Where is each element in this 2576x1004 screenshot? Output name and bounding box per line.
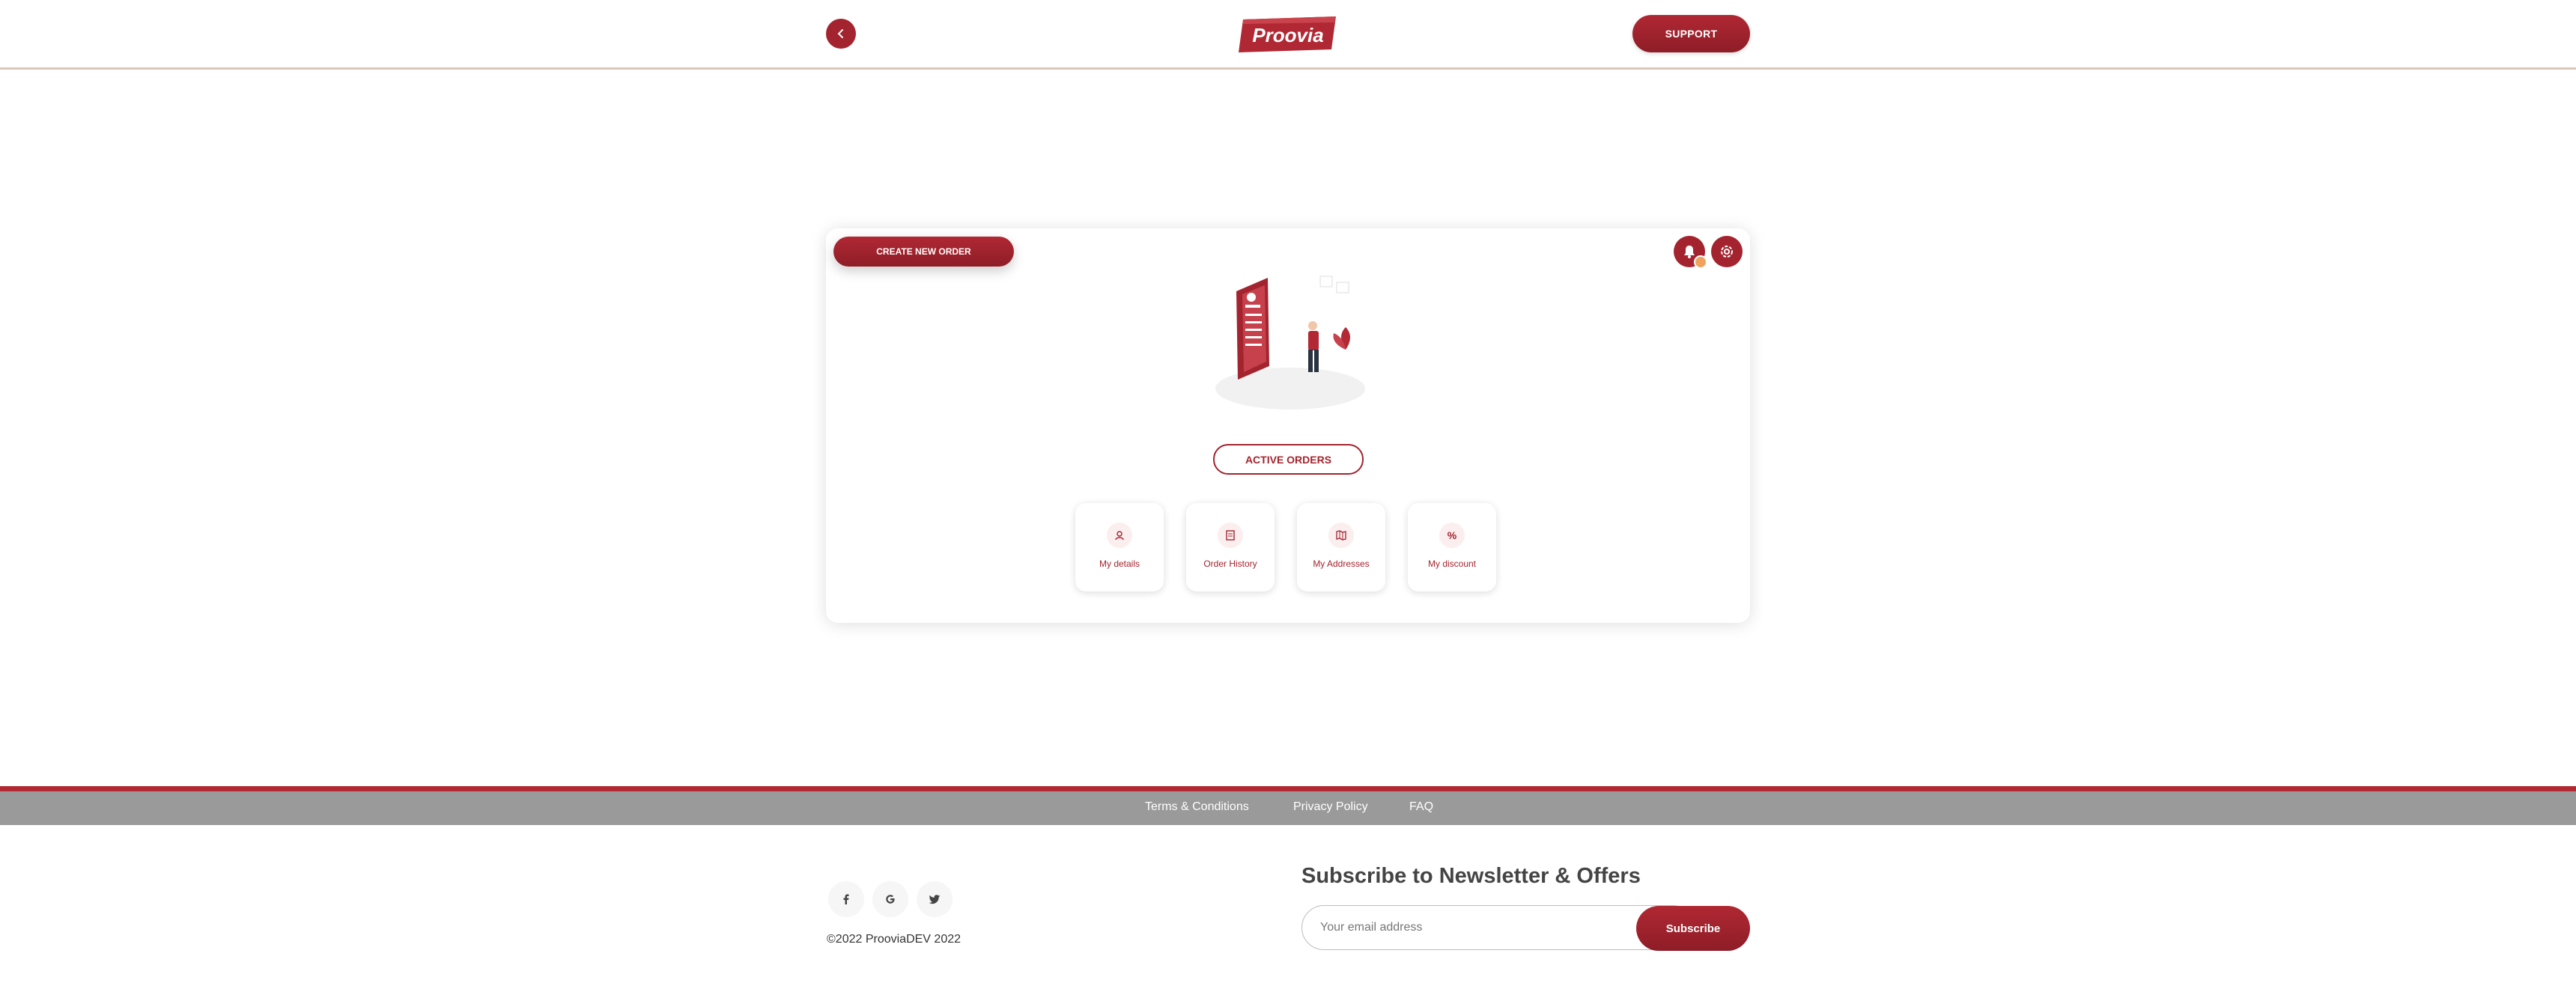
google-button[interactable] xyxy=(872,881,908,917)
copyright-text: ©2022 ProoviaDEV 2022 xyxy=(827,933,962,946)
notifications-button[interactable] xyxy=(1674,236,1707,269)
tile-label: Order History xyxy=(1203,559,1257,569)
support-button[interactable]: SUPPORT xyxy=(1632,15,1750,52)
facebook-icon xyxy=(843,894,849,904)
bell-icon xyxy=(1684,246,1695,258)
notification-badge xyxy=(1694,255,1707,269)
map-icon xyxy=(1328,523,1354,548)
faq-link[interactable]: FAQ xyxy=(1409,800,1433,814)
google-icon xyxy=(886,895,895,904)
tile-my-details[interactable]: My details xyxy=(1075,503,1164,591)
footer-links-bar xyxy=(0,791,2576,825)
twitter-button[interactable] xyxy=(917,881,953,917)
proovia-logo[interactable]: Proovia xyxy=(1237,15,1340,54)
tile-order-history[interactable]: Order History xyxy=(1186,503,1275,591)
footer-accent-line xyxy=(0,786,2576,791)
percent-icon: % xyxy=(1439,523,1465,548)
terms-link[interactable]: Terms & Conditions xyxy=(1145,800,1249,814)
settings-button[interactable] xyxy=(1711,236,1743,267)
gear-icon xyxy=(1721,246,1733,258)
tile-label: My Addresses xyxy=(1313,559,1370,569)
account-card: CREATE NEW ORDER ACTIVE ORDERS My detail… xyxy=(826,228,1750,623)
tile-my-discount[interactable]: % My discount xyxy=(1408,503,1496,591)
twitter-icon xyxy=(929,895,940,904)
orders-illustration xyxy=(1208,261,1373,411)
back-button[interactable] xyxy=(826,19,856,49)
subscribe-button[interactable]: Subscribe xyxy=(1636,906,1750,951)
tile-label: My details xyxy=(1099,559,1140,569)
tile-label: My discount xyxy=(1427,559,1477,569)
chevron-left-icon xyxy=(837,29,843,38)
document-icon xyxy=(1218,523,1243,548)
facebook-button[interactable] xyxy=(828,881,864,917)
privacy-policy-link[interactable]: Privacy Policy xyxy=(1293,800,1368,814)
user-icon xyxy=(1107,523,1132,548)
tile-my-addresses[interactable]: My Addresses xyxy=(1297,503,1385,591)
newsletter-title: Subscribe to Newsletter & Offers xyxy=(1301,864,1641,888)
create-new-order-button[interactable]: CREATE NEW ORDER xyxy=(833,237,1014,267)
svg-text:Proovia: Proovia xyxy=(1252,24,1323,46)
top-header: Proovia SUPPORT xyxy=(0,0,2576,70)
active-orders-button[interactable]: ACTIVE ORDERS xyxy=(1213,444,1364,475)
